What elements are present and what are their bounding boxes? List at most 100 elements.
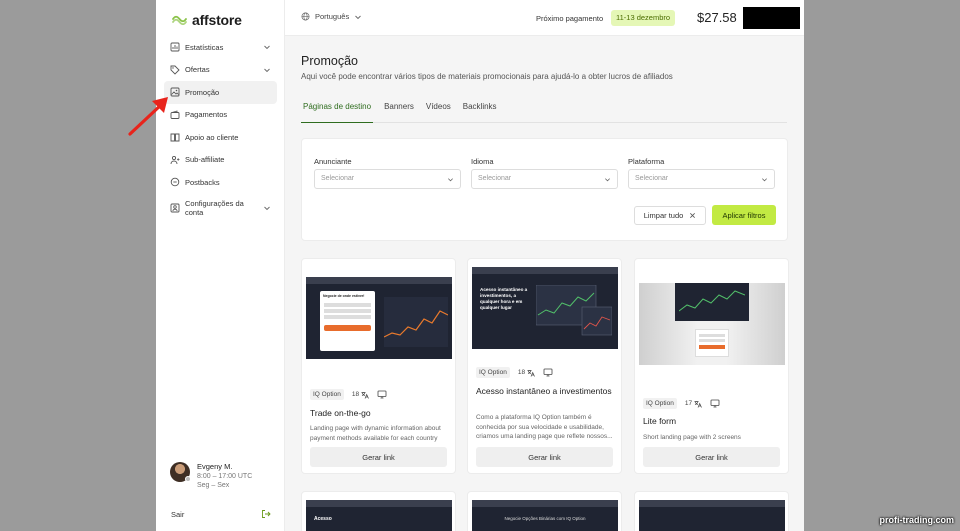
manager-hours: 8:00 – 17:00 UTC xyxy=(197,473,253,480)
sidebar: affstore Estatísticas Ofertas Promoção P… xyxy=(156,0,285,531)
page-subtitle: Aqui você pode encontrar vários tipos de… xyxy=(301,72,673,81)
manager-days: Seg – Sex xyxy=(197,482,230,489)
card-title: Lite form xyxy=(643,416,677,426)
landing-card: Acesso xyxy=(301,491,456,531)
advertiser-placeholder: Selecionar xyxy=(321,175,355,182)
filters-panel: Anunciante Selecionar Idioma Selecionar … xyxy=(301,138,788,241)
landing-thumbnail[interactable] xyxy=(639,283,785,365)
chevron-down-icon xyxy=(605,178,610,182)
chevron-down-icon xyxy=(264,206,270,210)
sidebar-item-configuracoes[interactable]: Configurações da conta xyxy=(164,194,277,222)
advertiser-badge: IQ Option xyxy=(476,367,510,378)
landing-thumbnail[interactable]: Acesso instantâneo a investimentos, a qu… xyxy=(472,267,618,349)
thumbnail-cta xyxy=(699,345,725,349)
thumbnail-form: Negocie de onde estiver! xyxy=(320,291,375,351)
tab-videos[interactable]: Vídeos xyxy=(425,102,452,123)
platform-label: Plataforma xyxy=(628,157,665,166)
logout-icon xyxy=(262,510,271,518)
thumbnail-chart xyxy=(679,290,745,312)
close-icon xyxy=(690,213,696,218)
thumbnail-form xyxy=(695,329,729,357)
status-dot xyxy=(185,476,191,482)
clear-filters-button[interactable]: Limpar tudo xyxy=(634,206,706,225)
language-select[interactable]: Português xyxy=(301,12,362,21)
landing-thumbnail[interactable]: Acesso xyxy=(306,500,452,531)
logout-button[interactable]: Sair xyxy=(171,509,271,519)
landing-card: Negocie Opções Binárias com IQ Option xyxy=(467,491,622,531)
generate-link-button[interactable]: Gerar link xyxy=(643,447,780,467)
thumbnail-browser-bar xyxy=(472,267,618,274)
manager-name: Evgeny M. xyxy=(197,462,233,471)
platform-select[interactable]: Selecionar xyxy=(628,169,775,189)
watermark: profi-trading.com xyxy=(879,515,955,525)
card-description: Como a plataforma IQ Option também é con… xyxy=(476,414,613,440)
sidebar-item-sub-affiliate[interactable]: Sub-affiliate xyxy=(164,149,277,172)
language-filter-select[interactable]: Selecionar xyxy=(471,169,618,189)
thumbnail-chart xyxy=(536,285,612,336)
thumbnail-form-field xyxy=(324,315,371,319)
link-icon xyxy=(170,178,180,187)
sidebar-item-label: Apoio ao cliente xyxy=(185,132,239,142)
landing-thumbnail[interactable]: Negocie Opções Binárias com IQ Option xyxy=(472,500,618,531)
affstore-logo-icon xyxy=(172,15,187,25)
language-filter-label: Idioma xyxy=(471,157,494,166)
thumbnail-chart xyxy=(384,297,448,347)
tab-backlinks[interactable]: Backlinks xyxy=(462,102,498,123)
avatar xyxy=(170,462,191,482)
desktop-icon xyxy=(710,399,720,408)
chevron-down-icon xyxy=(762,178,767,182)
apply-filters-button[interactable]: Aplicar filtros xyxy=(712,205,776,225)
account-manager: Evgeny M. 8:00 – 17:00 UTC Seg – Sex xyxy=(170,462,252,489)
languages-badge: 17 xyxy=(682,398,705,409)
thumbnail-headline: Acesso xyxy=(314,516,332,522)
globe-icon xyxy=(301,12,310,21)
logout-label: Sair xyxy=(171,509,185,519)
chart-icon xyxy=(170,42,180,52)
sidebar-item-label: Ofertas xyxy=(185,65,210,75)
generate-link-button[interactable]: Gerar link xyxy=(476,447,613,467)
thumbnail-headline: Acesso instantâneo a investimentos, a qu… xyxy=(480,287,528,310)
next-payment-label: Próximo pagamento xyxy=(536,14,604,23)
next-payment-dates: 11-13 dezembro xyxy=(611,10,676,26)
sidebar-item-ofertas[interactable]: Ofertas xyxy=(164,59,277,82)
card-meta: IQ Option 18 xyxy=(310,389,387,400)
clear-filters-label: Limpar tudo xyxy=(643,211,684,220)
platform-placeholder: Selecionar xyxy=(635,175,669,182)
page-title: Promoção xyxy=(301,54,358,68)
sidebar-item-estatisticas[interactable]: Estatísticas xyxy=(164,36,277,59)
thumbnail-form-field xyxy=(699,334,725,337)
translate-icon xyxy=(694,400,702,408)
sidebar-nav: Estatísticas Ofertas Promoção Pagamentos… xyxy=(164,36,277,222)
advertiser-badge: IQ Option xyxy=(643,398,677,409)
landing-thumbnail[interactable]: Negocie de onde estiver! xyxy=(306,277,452,359)
languages-count: 18 xyxy=(517,369,526,376)
main-content: Promoção Aqui você pode encontrar vários… xyxy=(301,36,804,531)
card-description: Short landing page with 2 screens xyxy=(643,434,741,441)
tab-landing-pages[interactable]: Páginas de destino xyxy=(301,102,374,123)
chevron-down-icon xyxy=(264,68,270,72)
landing-thumbnail[interactable] xyxy=(639,500,785,531)
sidebar-item-label: Promoção xyxy=(185,87,220,97)
sidebar-item-promocao[interactable]: Promoção xyxy=(164,81,277,104)
redacted-account-box[interactable] xyxy=(743,7,800,29)
card-title: Trade on-the-go xyxy=(310,408,371,418)
advertiser-select[interactable]: Selecionar xyxy=(314,169,461,189)
tab-banners[interactable]: Banners xyxy=(383,102,415,123)
language-filter-placeholder: Selecionar xyxy=(478,175,512,182)
card-title: Acesso instantâneo a investimentos xyxy=(476,386,612,396)
promo-tabs: Páginas de destino Banners Vídeos Backli… xyxy=(301,102,787,123)
balance: $27.58 xyxy=(697,10,737,25)
sidebar-item-postbacks[interactable]: Postbacks xyxy=(164,171,277,194)
translate-icon xyxy=(361,391,369,399)
advertiser-badge: IQ Option xyxy=(310,389,344,400)
logo[interactable]: affstore xyxy=(172,12,242,28)
generate-link-button[interactable]: Gerar link xyxy=(310,447,447,467)
sidebar-item-apoio[interactable]: Apoio ao cliente xyxy=(164,126,277,149)
sidebar-item-pagamentos[interactable]: Pagamentos xyxy=(164,104,277,127)
thumbnail-headline: Negocie de onde estiver! xyxy=(323,294,365,298)
chevron-down-icon xyxy=(355,15,362,19)
languages-count: 18 xyxy=(351,391,360,398)
desktop-icon xyxy=(377,390,387,399)
translate-icon xyxy=(527,369,535,377)
chevron-down-icon xyxy=(264,45,270,50)
